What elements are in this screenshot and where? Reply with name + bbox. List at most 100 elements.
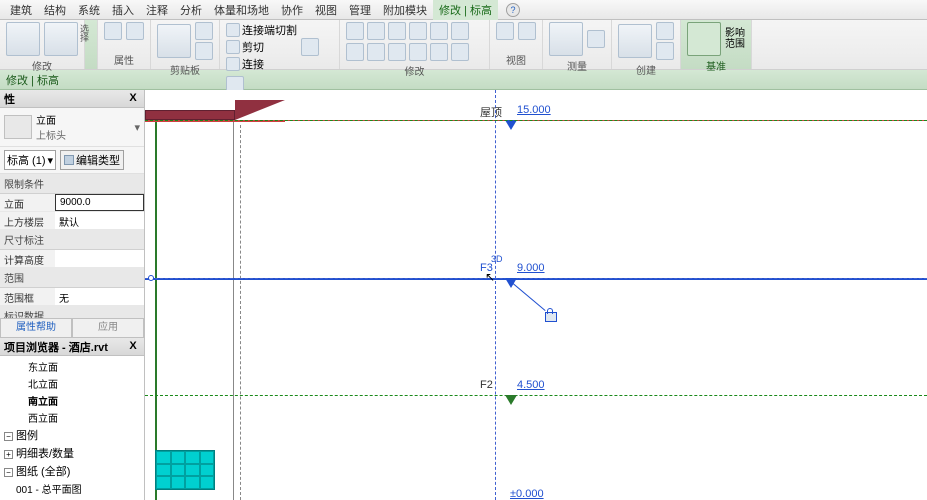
ribbon-group-sep: 选择 [85,20,98,69]
ribbon-group-props: 属性 [98,20,151,69]
level-marker-f2[interactable] [505,395,517,405]
drawing-canvas[interactable]: 屋顶 15.000 F3 9.000 3D ↖ F2 4.500 ±0.000 [145,90,927,500]
create-i2-icon[interactable] [656,22,674,40]
wall-left [155,122,157,500]
help-icon[interactable]: ? [506,3,520,17]
section-constraints: 限制条件 [0,174,144,194]
lock-icon[interactable] [545,308,555,320]
mod-pin-icon[interactable] [430,43,448,61]
tree-north-elev[interactable]: 北立面 [2,375,142,392]
mod-trim-icon[interactable] [346,43,364,61]
join-cut-icon[interactable] [226,23,240,37]
ribbon-group-select: 修改 [0,20,85,69]
section-scope: 范围 [0,268,144,288]
level-value-f1[interactable]: ±0.000 [510,488,544,500]
project-browser: 项目浏览器 - 酒店.rvt X 东立面 北立面 南立面 西立面 −图例 +明细… [0,338,145,500]
mod-offset-icon[interactable] [367,22,385,40]
type-dropdown-icon[interactable]: ▾ [134,121,140,134]
measure-icon[interactable] [549,22,583,56]
level-line-f2[interactable] [145,395,927,396]
options-bar-title: 修改 | 标高 [6,72,59,88]
props-icon[interactable] [104,22,122,40]
join-cut-label: 连接端切割 [242,22,297,38]
menu-item-manage[interactable]: 管理 [343,0,377,20]
value-upper[interactable]: 默认 [55,212,144,229]
level-label-roof[interactable]: 屋顶 [480,104,502,120]
props-icon-2[interactable] [126,22,144,40]
menu-item-massing[interactable]: 体量和场地 [208,0,275,20]
value-scopebox[interactable]: 无 [55,288,144,305]
menu-item-view[interactable]: 视图 [309,0,343,20]
view-i2-icon[interactable] [518,22,536,40]
cut-icon[interactable] [195,22,213,40]
level-value-roof[interactable]: 15.000 [517,104,551,116]
menu-item-addins[interactable]: 附加模块 [377,0,433,20]
edit-type-button[interactable]: 编辑类型 [60,150,124,170]
geom-i1-icon[interactable] [301,38,319,56]
toggle-sheets-icon[interactable]: − [4,468,13,477]
menu-item-collab[interactable]: 协作 [275,0,309,20]
properties-footer: 属性帮助 应用 [0,318,144,338]
section-dimensions: 尺寸标注 [0,230,144,250]
level-value-f3[interactable]: 9.000 [517,262,545,274]
edit-type-icon [64,155,74,165]
cut-geom-icon[interactable] [226,40,240,54]
join-geom-label: 连接 [242,56,264,72]
tree-sheet-001[interactable]: 001 - 总平面图 [2,480,142,497]
menu-item-modify-level[interactable]: 修改 | 标高 [433,0,498,20]
tree-legends[interactable]: −图例 [2,426,142,444]
mod-scale-icon[interactable] [409,43,427,61]
browser-close-icon[interactable]: X [126,340,140,354]
tree-east-elev[interactable]: 东立面 [2,358,142,375]
mod-array-icon[interactable] [388,43,406,61]
scope-box-icon[interactable] [687,22,721,56]
mod-delete-icon[interactable] [451,43,469,61]
menu-item-system[interactable]: 系统 [72,0,106,20]
modify-tool-icon[interactable] [44,22,78,56]
tree-schedules[interactable]: +明细表/数量 [2,444,142,462]
tree-west-elev[interactable]: 西立面 [2,409,142,426]
level-value-f2[interactable]: 4.500 [517,379,545,391]
toggle-schedules-icon[interactable]: + [4,450,13,459]
menu-item-annotate[interactable]: 注释 [140,0,174,20]
level-endpoint-f3[interactable] [148,275,154,281]
toggle-legends-icon[interactable]: − [4,432,13,441]
properties-help-button[interactable]: 属性帮助 [0,318,72,338]
ribbon-label-datum: 基准 [687,58,745,73]
level-marker-roof[interactable] [505,120,517,130]
navigation-thumbnail[interactable] [155,450,215,490]
measure-i2-icon[interactable] [587,30,605,48]
instance-count-dropdown[interactable]: 标高 (1)▾ [4,150,56,170]
mod-mirror-icon[interactable] [388,22,406,40]
mod-split-icon[interactable] [367,43,385,61]
value-elevation[interactable]: 9000.0 [55,194,144,211]
type-preview-icon [4,115,32,139]
properties-close-icon[interactable]: X [126,92,140,106]
tree-sheets[interactable]: −图纸 (全部) [2,462,142,480]
paste-icon[interactable] [157,24,191,58]
vertical-datum-line [495,90,496,500]
mod-move-icon[interactable] [409,22,427,40]
menu-item-analyze[interactable]: 分析 [174,0,208,20]
tree-south-elev[interactable]: 南立面 [2,392,142,409]
row-compute: 计算高度 [0,250,144,268]
view-i1-icon[interactable] [496,22,514,40]
wall-mid [233,122,234,500]
ribbon-label-props: 属性 [104,52,144,67]
mod-rotate-icon[interactable] [451,22,469,40]
menu-item-struct[interactable]: 结构 [38,0,72,20]
mod-copy-icon[interactable] [430,22,448,40]
value-compute[interactable] [55,250,144,267]
menu-item-insert[interactable]: 插入 [106,0,140,20]
level-label-f2[interactable]: F2 [480,379,493,391]
properties-apply-button[interactable]: 应用 [72,318,144,338]
create-icon[interactable] [618,24,652,58]
join-geom-icon[interactable] [226,57,240,71]
ribbon-group-clipboard: 剪贴板 [151,20,220,69]
copy-icon[interactable] [195,42,213,60]
level-ext-f3 [145,278,927,279]
menu-item-arch[interactable]: 建筑 [4,0,38,20]
mod-align-icon[interactable] [346,22,364,40]
select-tool-icon[interactable] [6,22,40,56]
create-i3-icon[interactable] [656,42,674,60]
